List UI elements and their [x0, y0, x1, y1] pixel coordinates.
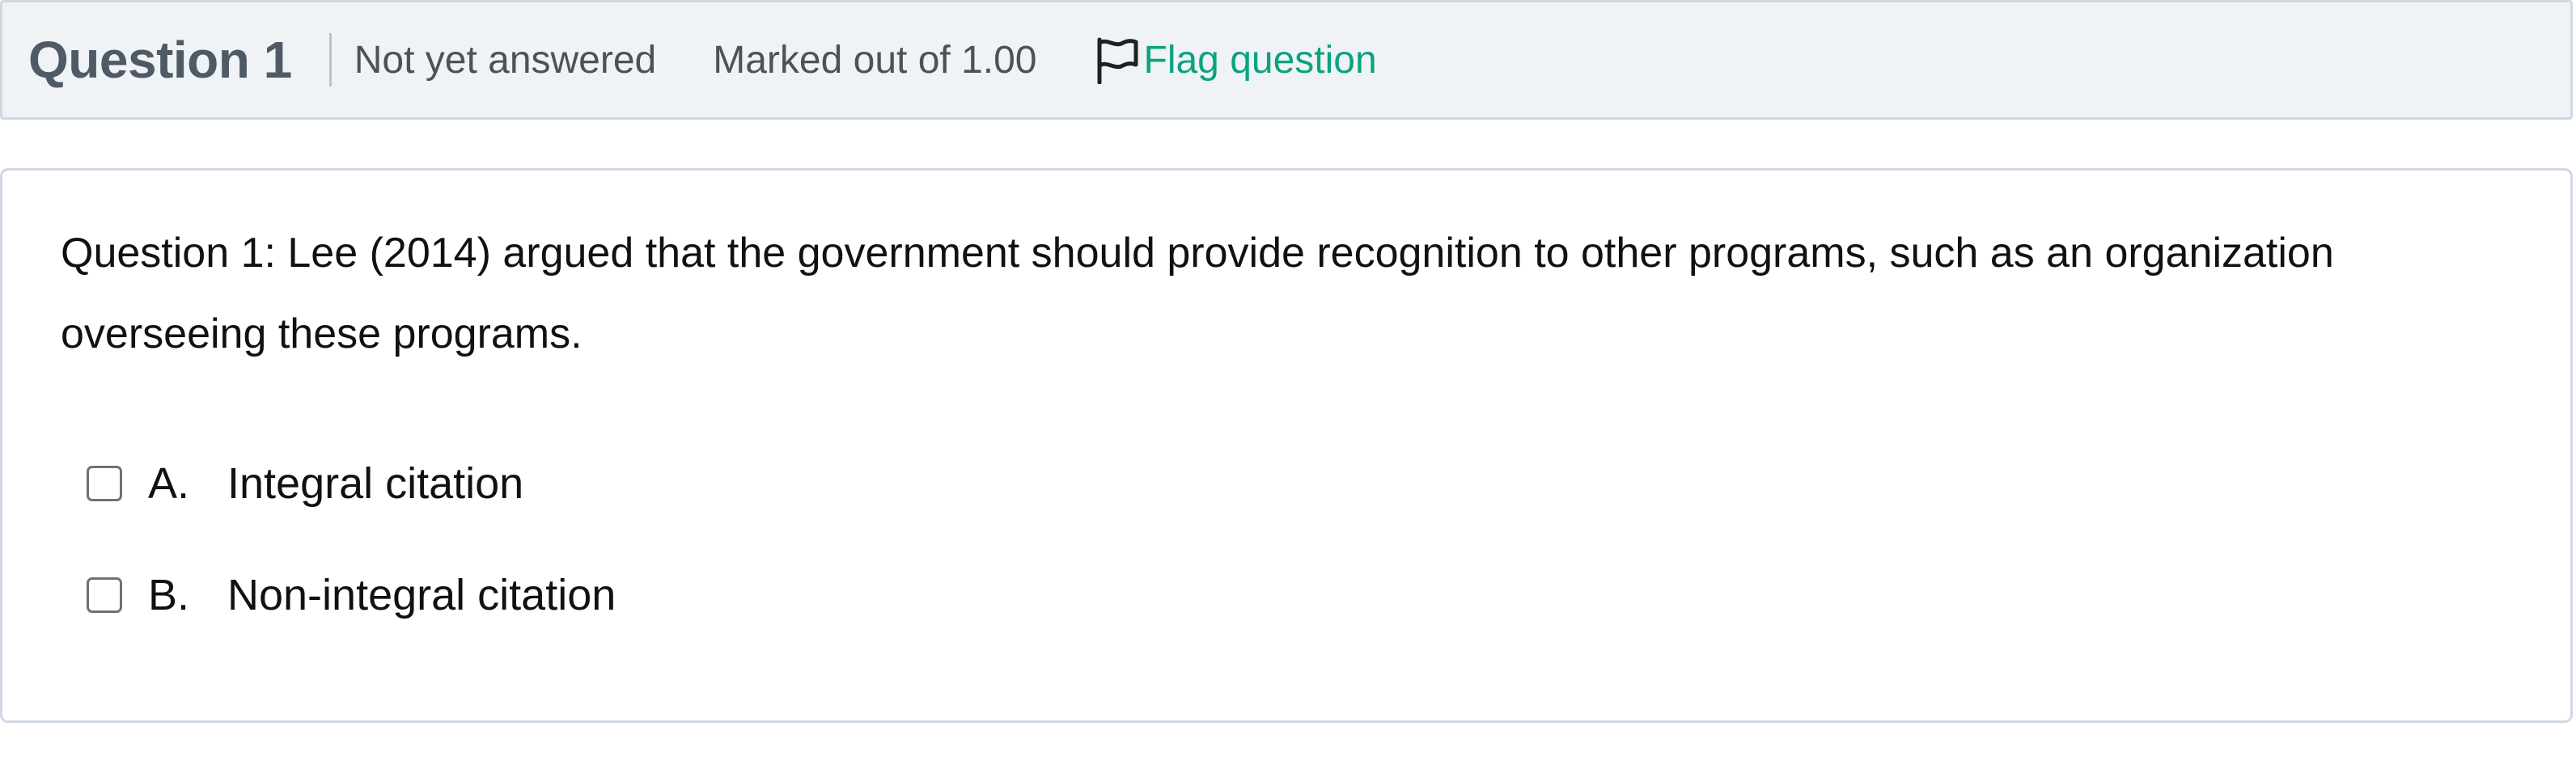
- answer-a-label[interactable]: Integral citation: [227, 458, 523, 509]
- question-state: Not yet answered: [354, 38, 657, 82]
- answer-option-b[interactable]: B. Non-integral citation: [87, 570, 616, 620]
- answer-b-checkbox[interactable]: [87, 577, 122, 613]
- answer-option-a[interactable]: A. Integral citation: [87, 458, 523, 509]
- answer-a-letter: A.: [148, 459, 190, 508]
- flag-icon: [1094, 36, 1139, 85]
- flag-question-link[interactable]: Flag question: [1094, 36, 1377, 85]
- answer-a-checkbox[interactable]: [87, 466, 122, 501]
- header-divider: [328, 33, 332, 87]
- question-grade: Marked out of 1.00: [713, 38, 1037, 82]
- question-info-header: Question 1 Not yet answered Marked out o…: [0, 0, 2573, 120]
- question-text: Question 1: Lee (2014) argued that the g…: [61, 230, 2334, 357]
- flag-question-label: Flag question: [1143, 38, 1377, 82]
- answer-b-label[interactable]: Non-integral citation: [227, 570, 616, 620]
- answer-b-letter: B.: [148, 571, 190, 619]
- question-content: Question 1: Lee (2014) argued that the g…: [0, 168, 2573, 723]
- question-number: Question 1: [28, 31, 292, 89]
